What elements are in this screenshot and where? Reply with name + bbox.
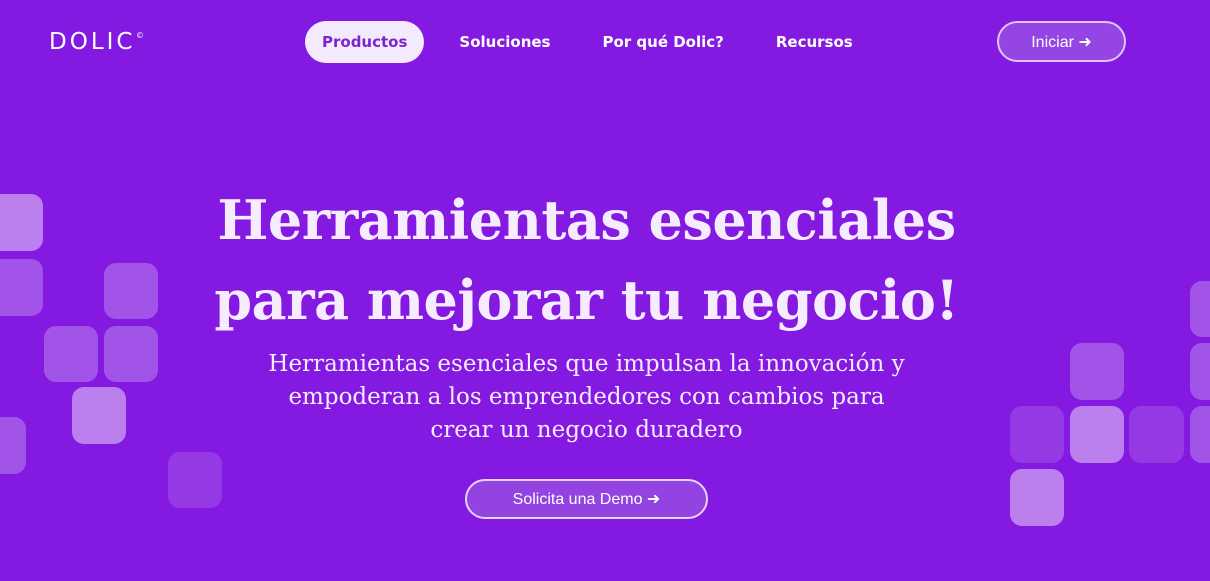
hero-title-line1: Herramientas esenciales <box>217 188 956 252</box>
decorative-tile <box>1190 343 1210 400</box>
nav-item-por-que-dolic[interactable]: Por qué Dolic? <box>585 21 740 63</box>
decorative-tile <box>1190 281 1210 337</box>
hero-title-line2: para mejorar tu negocio! <box>214 268 959 332</box>
nav-item-productos[interactable]: Productos <box>305 21 425 63</box>
request-demo-button[interactable]: Solicita una Demo ➜ <box>465 479 708 519</box>
hero-subtitle: Herramientas esenciales que impulsan la … <box>0 348 1173 447</box>
top-navigation: DOLIC © Productos Soluciones Por qué Doli… <box>0 0 1210 84</box>
hero-subtitle-line3: crear un negocio duradero <box>430 417 743 443</box>
decorative-tile <box>168 452 222 508</box>
nav-item-soluciones[interactable]: Soluciones <box>442 21 567 63</box>
main-menu: Productos Soluciones Por qué Dolic? Recu… <box>305 21 888 63</box>
logo-mark: © <box>136 31 144 40</box>
brand-logo[interactable]: DOLIC © <box>49 28 144 56</box>
decorative-tile <box>1010 469 1064 526</box>
hero-subtitle-line2: empoderan a los emprendedores con cambio… <box>288 384 885 410</box>
hero-subtitle-line1: Herramientas esenciales que impulsan la … <box>268 351 905 377</box>
iniciar-button[interactable]: Iniciar ➜ <box>997 21 1126 62</box>
decorative-tile <box>1190 406 1210 463</box>
nav-item-recursos[interactable]: Recursos <box>759 21 870 63</box>
logo-text: DOLIC <box>49 29 136 55</box>
hero-title: Herramientas esenciales para mejorar tu … <box>0 180 1173 340</box>
